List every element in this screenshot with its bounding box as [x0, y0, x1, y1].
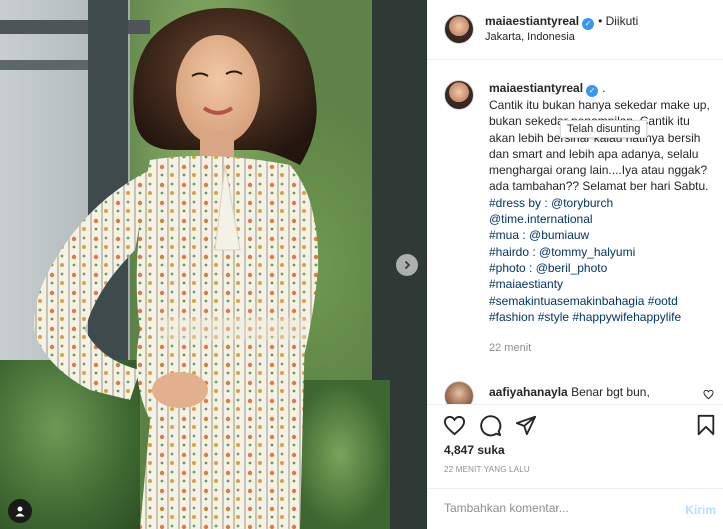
caption-tag[interactable]: #hairdo : @tommy_halyumi — [489, 244, 717, 260]
comment-button[interactable] — [478, 413, 502, 437]
tagged-users-button[interactable] — [8, 499, 32, 523]
photo-person — [34, 8, 319, 529]
share-icon — [515, 415, 537, 436]
like-button[interactable] — [442, 413, 466, 437]
post-comment-button[interactable]: Kirim — [685, 503, 716, 517]
save-button[interactable] — [694, 413, 718, 437]
caption-text: Cantik itu bukan hanya sekedar make up, … — [489, 98, 710, 194]
header-user-line: maiaestiantyreal ✓ • Diikuti — [485, 14, 638, 30]
verified-icon: ✓ — [582, 18, 595, 30]
post-photo[interactable] — [0, 0, 427, 529]
add-comment-bar: Kirim — [428, 488, 723, 529]
verified-icon: ✓ — [586, 85, 599, 97]
header-username[interactable]: maiaestiantyreal — [485, 14, 579, 28]
location-link[interactable]: Jakarta, Indonesia — [485, 31, 575, 43]
comment-input[interactable] — [444, 501, 664, 515]
comment-like-button[interactable] — [703, 389, 714, 403]
caption-tag[interactable]: @time.international — [489, 211, 717, 227]
edited-tooltip: Telah disunting — [560, 120, 648, 138]
follow-status[interactable]: • Diikuti — [598, 14, 638, 28]
caption-tag[interactable]: #maiaestianty — [489, 276, 717, 292]
caption-username[interactable]: maiaestiantyreal — [489, 81, 583, 95]
avatar[interactable] — [444, 14, 474, 44]
posted-time[interactable]: 22 MENIT YANG LALU — [444, 465, 530, 474]
caption-tag[interactable]: #photo : @beril_photo — [489, 260, 717, 276]
caption-tag[interactable]: #dress by : @toryburch — [489, 195, 717, 211]
heart-icon — [703, 389, 714, 400]
post-panel: maiaestiantyreal ✓ • Diikuti Jakarta, Indo… — [427, 0, 723, 529]
share-button[interactable] — [514, 413, 538, 437]
comments-list[interactable]: maiaestiantyreal ✓. Cantik itu bukan hany… — [428, 61, 723, 404]
likes-count[interactable]: 4,847 suka — [444, 443, 505, 457]
comment-body: Benar bgt bun, — [571, 385, 650, 399]
chevron-right-icon — [404, 260, 411, 270]
next-photo-button[interactable] — [396, 254, 418, 276]
comment-text: aafiyahanayla Benar bgt bun, — [489, 385, 650, 399]
comment-icon — [479, 414, 501, 436]
user-icon — [15, 506, 25, 517]
comment-avatar[interactable] — [444, 381, 474, 404]
caption-tag[interactable]: #mua : @bumiauw — [489, 227, 717, 243]
action-bar — [428, 404, 723, 444]
caption-time[interactable]: 22 menit — [489, 340, 717, 356]
caption-tag[interactable]: #fashion #style #happywifehappylife — [489, 309, 717, 325]
bookmark-icon — [697, 414, 715, 436]
list-item: aafiyahanayla Benar bgt bun, — [444, 381, 714, 404]
post-header: maiaestiantyreal ✓ • Diikuti Jakarta, Indo… — [428, 0, 723, 60]
caption-avatar[interactable] — [444, 80, 474, 110]
comment-username[interactable]: aafiyahanayla — [489, 385, 568, 399]
caption-punct: . — [602, 81, 606, 95]
heart-icon — [443, 415, 465, 435]
caption-tag[interactable]: #semakintuasemakinbahagia #ootd — [489, 293, 717, 309]
